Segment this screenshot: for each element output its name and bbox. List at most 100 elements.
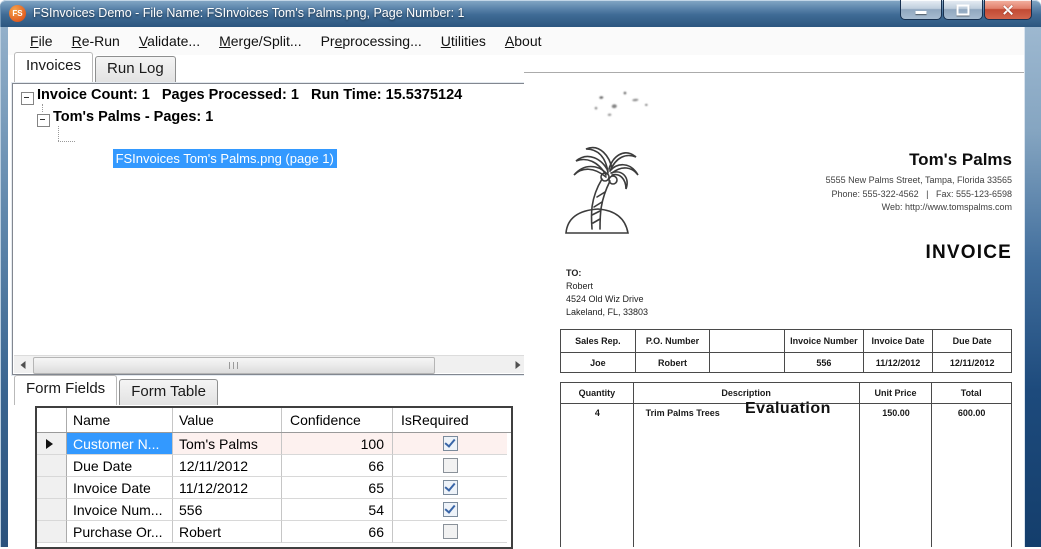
evaluation-watermark: Evaluation (745, 400, 831, 418)
invoice-tree-panel: Invoice Count: 1 Pages Processed: 1 Run … (12, 83, 528, 375)
info-value-invoice-number: 556 (785, 353, 864, 372)
cell-value[interactable]: 12/11/2012 (173, 455, 282, 477)
tree-horizontal-scrollbar[interactable] (14, 355, 526, 373)
tree-connector (42, 104, 43, 112)
cell-name[interactable]: Purchase Or... (67, 521, 173, 543)
table-row: Due Date 12/11/2012 66 (37, 455, 511, 477)
cell-isrequired[interactable] (393, 455, 507, 477)
invoice-preview-panel[interactable]: Tom's Palms 5555 New Palms Street, Tampa… (524, 55, 1024, 547)
window-controls (899, 0, 1032, 20)
isrequired-checkbox[interactable] (443, 524, 458, 539)
cell-value[interactable]: 11/12/2012 (173, 477, 282, 499)
cell-value[interactable]: 556 (173, 499, 282, 521)
company-web: Web: http://www.tomspalms.com (826, 201, 1012, 215)
cell-name[interactable]: Due Date (67, 455, 173, 477)
app-window: FS FSInvoices Demo - File Name: FSInvoic… (0, 0, 1041, 547)
cell-confidence[interactable]: 100 (282, 433, 393, 455)
cell-value[interactable]: Tom's Palms (173, 433, 282, 455)
tree-node-page[interactable]: FSInvoices Tom's Palms.png (page 1) (77, 132, 337, 186)
app-logo-icon: FS (9, 5, 26, 22)
cell-confidence[interactable]: 66 (282, 455, 393, 477)
tab-form-table[interactable]: Form Table (119, 379, 218, 405)
left-arrow-icon (20, 361, 25, 369)
info-header-due-date: Due Date (933, 330, 1011, 352)
maximize-button[interactable] (943, 0, 983, 20)
column-header-name[interactable]: Name (67, 408, 173, 432)
tree-connector (58, 141, 75, 142)
title-bar[interactable]: FS FSInvoices Demo - File Name: FSInvoic… (0, 0, 1041, 27)
cell-confidence[interactable]: 66 (282, 521, 393, 543)
field-tab-strip: Form Fields Form Table (14, 378, 220, 405)
tab-run-log[interactable]: Run Log (95, 56, 176, 82)
scan-smudge (584, 79, 668, 127)
isrequired-checkbox[interactable] (443, 436, 458, 451)
isrequired-checkbox[interactable] (443, 458, 458, 473)
scroll-left-arrow[interactable] (14, 356, 31, 373)
menu-validate[interactable]: Validate... (137, 31, 202, 51)
row-header-cell[interactable] (37, 477, 67, 499)
cell-value[interactable]: Robert (173, 521, 282, 543)
menu-utilities[interactable]: Utilities (439, 31, 488, 51)
isrequired-checkbox[interactable] (443, 502, 458, 517)
cell-isrequired[interactable] (393, 521, 507, 543)
to-name: Robert (566, 280, 648, 293)
cell-confidence[interactable]: 65 (282, 477, 393, 499)
row-header-cell[interactable] (37, 433, 67, 455)
company-name: Tom's Palms (826, 150, 1012, 170)
invoice-info-table: Sales Rep. P.O. Number Invoice Number In… (560, 329, 1012, 373)
row-header-cell[interactable] (37, 499, 67, 521)
cell-isrequired[interactable] (393, 499, 507, 521)
isrequired-checkbox[interactable] (443, 480, 458, 495)
column-header-confidence[interactable]: Confidence (282, 408, 393, 432)
menu-merge-split[interactable]: Merge/Split... (217, 31, 304, 51)
column-header-isrequired[interactable]: IsRequired (393, 408, 507, 432)
item-total: 600.00 (932, 405, 1011, 421)
item-unit-price: 150.00 (860, 405, 933, 421)
expander-group-icon[interactable] (37, 114, 50, 127)
cell-isrequired[interactable] (393, 433, 507, 455)
current-row-indicator-icon (46, 439, 53, 449)
scrollbar-thumb[interactable] (33, 357, 435, 374)
info-value-row: Joe Robert 556 11/12/2012 12/11/2012 (561, 353, 1011, 372)
menu-about[interactable]: About (503, 31, 544, 51)
client-area: File Re-Run Validate... Merge/Split... P… (8, 27, 1024, 547)
info-header-invoice-number: Invoice Number (785, 330, 864, 352)
cell-name[interactable]: Invoice Date (67, 477, 173, 499)
info-value-invoice-date: 11/12/2012 (864, 353, 934, 372)
tree-connector (58, 126, 59, 141)
to-label: TO: (566, 267, 648, 280)
invoice-page: Tom's Palms 5555 New Palms Street, Tampa… (524, 72, 1024, 547)
main-tab-strip: Invoices Run Log (14, 55, 178, 82)
grid-header-row: Name Value Confidence IsRequired (37, 408, 511, 433)
right-arrow-icon (515, 361, 520, 369)
cell-isrequired[interactable] (393, 477, 507, 499)
expander-root-icon[interactable] (21, 92, 34, 105)
menu-rerun[interactable]: Re-Run (70, 31, 122, 51)
menu-file[interactable]: File (28, 31, 55, 51)
info-header-sales-rep: Sales Rep. (561, 330, 636, 352)
grid-corner-cell (37, 408, 67, 432)
window-border-left (0, 27, 8, 547)
tab-invoices[interactable]: Invoices (14, 52, 93, 82)
row-header-cell[interactable] (37, 521, 67, 543)
tree-node-page-label[interactable]: FSInvoices Tom's Palms.png (page 1) (113, 149, 337, 168)
minimize-button[interactable] (900, 0, 942, 20)
company-address: 5555 New Palms Street, Tampa, Florida 33… (826, 174, 1012, 188)
row-header-cell[interactable] (37, 455, 67, 477)
cell-name[interactable]: Customer N... (67, 433, 173, 455)
invoice-items-table: Quantity Description Unit Price Total 4 … (560, 382, 1012, 547)
maximize-icon (957, 4, 970, 15)
tree-node-summary[interactable]: Invoice Count: 1 Pages Processed: 1 Run … (37, 87, 462, 103)
column-header-value[interactable]: Value (173, 408, 282, 432)
item-quantity: 4 (561, 405, 634, 421)
menu-bar: File Re-Run Validate... Merge/Split... P… (8, 27, 1024, 55)
cell-name[interactable]: Invoice Num... (67, 499, 173, 521)
table-row: Invoice Num... 556 54 (37, 499, 511, 521)
close-button[interactable] (984, 0, 1032, 20)
info-header-po-number: P.O. Number (636, 330, 711, 352)
tree-node-group[interactable]: Tom's Palms - Pages: 1 (53, 109, 213, 125)
items-header-unit-price: Unit Price (860, 383, 933, 403)
menu-preprocessing[interactable]: Preprocessing... (319, 31, 424, 51)
cell-confidence[interactable]: 54 (282, 499, 393, 521)
tab-form-fields[interactable]: Form Fields (14, 375, 117, 405)
